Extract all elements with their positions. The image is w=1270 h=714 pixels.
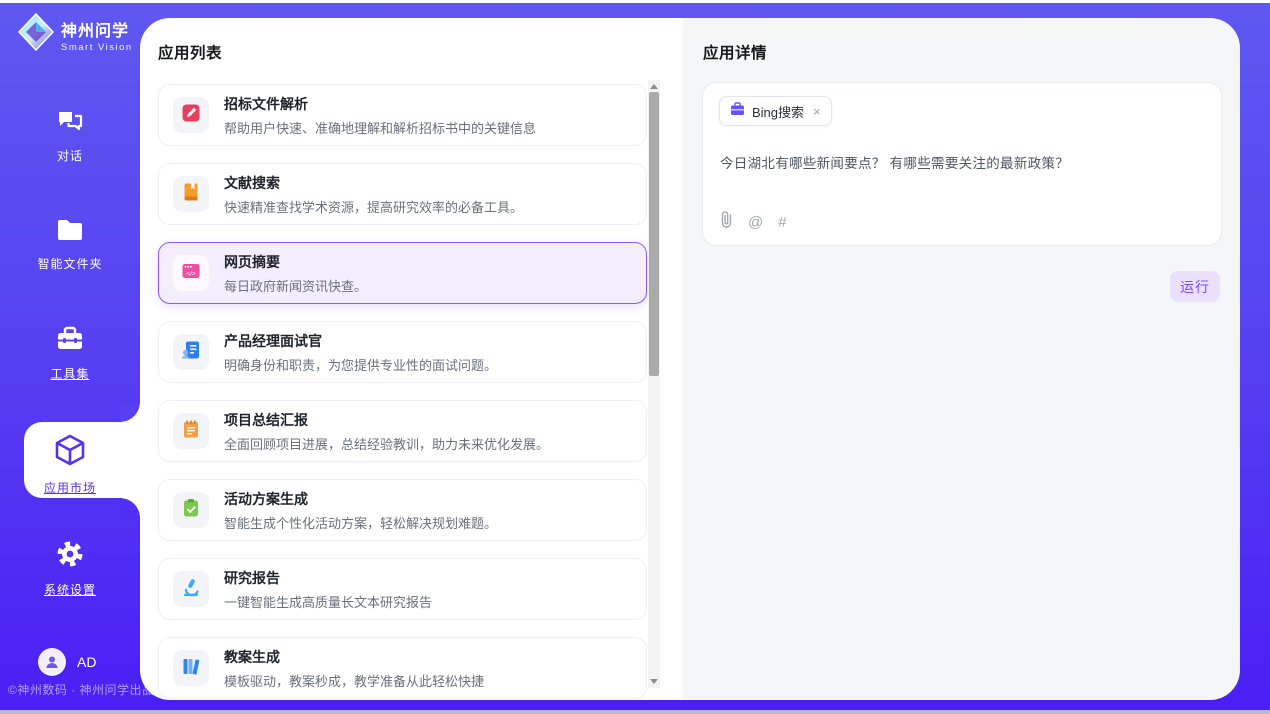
app-title: 项目总结汇报 (224, 410, 549, 430)
app-card-activity-plan[interactable]: 活动方案生成 智能生成个性化活动方案，轻松解决规划难题。 (158, 479, 647, 541)
clipboard-check-icon (181, 498, 201, 523)
app-list-scrollbar[interactable] (648, 80, 660, 688)
run-button[interactable]: 运行 (1170, 271, 1220, 302)
app-logo: 神州问学 Smart Vision (18, 13, 133, 56)
app-description: 明确身份和职责，为您提供专业性的面试问题。 (224, 355, 497, 374)
app-detail-panel: 应用详情 Bing搜索 × 今日湖北有哪些新闻要点？ 有哪些需要关注的最新政策？ (683, 18, 1240, 700)
app-title: 教案生成 (224, 647, 484, 667)
pill-curve-top (120, 402, 140, 422)
app-title: 研究报告 (224, 568, 432, 588)
app-card-literature-search[interactable]: 文献搜索 快速精准查找学术资源，提高研究效率的必备工具。 (158, 163, 647, 225)
sidebar-item-smart-folder[interactable]: 智能文件夹 (0, 218, 140, 272)
app-title: 产品经理面试官 (224, 331, 497, 351)
mention-icon[interactable]: @ (748, 214, 763, 231)
sidebar: 神州问学 Smart Vision 对话 智能文件夹 (0, 0, 140, 714)
tool-tag-label: Bing搜索 (752, 102, 804, 121)
browser-code-icon: </> (181, 261, 201, 286)
copyright-footer: ©神州数码 · 神州问学出品 (8, 681, 155, 698)
app-description: 帮助用户快速、准确地理解和解析招标书中的关键信息 (224, 118, 536, 137)
sidebar-item-label: 对话 (57, 147, 83, 164)
app-icon-tile (173, 492, 209, 528)
content-area: 应用列表 招标文件解析 帮助用户快速、准确地理解和解析招标书中的关键信息 (140, 18, 1240, 700)
sidebar-item-app-market[interactable]: 应用市场 (0, 434, 140, 496)
scrollbar-thumb[interactable] (649, 92, 659, 376)
app-list-title: 应用列表 (158, 41, 222, 63)
cube-icon (55, 434, 85, 471)
app-card-research-report[interactable]: 研究报告 一键智能生成高质量长文本研究报告 (158, 558, 647, 620)
tool-tag-bing-search[interactable]: Bing搜索 × (719, 96, 832, 126)
app-title: 网页摘要 (224, 252, 367, 272)
books-icon (181, 656, 201, 681)
app-list-panel: 应用列表 招标文件解析 帮助用户快速、准确地理解和解析招标书中的关键信息 (140, 18, 683, 700)
briefcase-icon (730, 102, 745, 121)
sidebar-item-chat[interactable]: 对话 (0, 108, 140, 164)
app-title: 活动方案生成 (224, 489, 497, 509)
chat-icon (56, 108, 84, 139)
sidebar-item-label: 系统设置 (44, 581, 96, 598)
user-account[interactable]: AD (38, 648, 96, 676)
app-description: 全面回顾项目进展，总结经验教训，助力未来优化发展。 (224, 434, 549, 453)
app-icon-tile (173, 571, 209, 607)
app-description: 模板驱动，教案秒成，教学准备从此轻松快捷 (224, 671, 484, 690)
user-name: AD (77, 654, 96, 670)
input-toolbar: @ # (720, 211, 787, 233)
svg-text:</>: </> (186, 270, 196, 277)
logo-subtitle: Smart Vision (61, 42, 133, 53)
sidebar-item-label: 工具集 (50, 365, 89, 382)
pen-square-icon (181, 103, 201, 128)
app-card-web-summary[interactable]: </> 网页摘要 每日政府新闻资讯快查。 (158, 242, 647, 304)
app-description: 每日政府新闻资讯快查。 (224, 276, 367, 295)
app-description: 智能生成个性化活动方案，轻松解决规划难题。 (224, 513, 497, 532)
close-icon[interactable]: × (811, 105, 821, 118)
sidebar-item-label: 智能文件夹 (37, 255, 102, 272)
resume-icon (181, 340, 201, 365)
app-icon-tile (173, 334, 209, 370)
app-icon-tile (173, 97, 209, 133)
app-detail-title: 应用详情 (703, 41, 767, 63)
pill-curve-bottom (120, 498, 140, 518)
folder-icon (56, 218, 84, 247)
avatar (38, 648, 66, 676)
notepad-icon (181, 419, 201, 444)
app-card-pm-interviewer[interactable]: 产品经理面试官 明确身份和职责，为您提供专业性的面试问题。 (158, 321, 647, 383)
sidebar-item-label: 应用市场 (44, 479, 96, 496)
book-icon (181, 182, 201, 207)
app-list: 招标文件解析 帮助用户快速、准确地理解和解析招标书中的关键信息 文献搜索 (158, 84, 647, 700)
app-description: 快速精准查找学术资源，提高研究效率的必备工具。 (224, 197, 523, 216)
toolbox-icon (56, 326, 84, 357)
app-icon-tile (173, 413, 209, 449)
window-top-edge (0, 0, 1270, 3)
microscope-icon (181, 577, 201, 602)
hashtag-icon[interactable]: # (778, 214, 786, 231)
scroll-up-arrow[interactable] (650, 84, 658, 89)
window-bottom-edge (0, 710, 1270, 714)
prompt-editor-card[interactable]: Bing搜索 × 今日湖北有哪些新闻要点？ 有哪些需要关注的最新政策？ @ # (702, 82, 1222, 246)
app-icon-tile: </> (173, 255, 209, 291)
app-card-lesson-plan[interactable]: 教案生成 模板驱动，教案秒成，教学准备从此轻松快捷 (158, 637, 647, 699)
app-title: 招标文件解析 (224, 94, 536, 114)
gear-icon (56, 540, 84, 573)
app-description: 一键智能生成高质量长文本研究报告 (224, 592, 432, 611)
app-icon-tile (173, 176, 209, 212)
logo-title: 神州问学 (61, 17, 133, 41)
paperclip-icon[interactable] (720, 211, 733, 233)
sidebar-item-toolbox[interactable]: 工具集 (0, 326, 140, 382)
sidebar-item-settings[interactable]: 系统设置 (0, 540, 140, 598)
app-card-project-summary[interactable]: 项目总结汇报 全面回顾项目进展，总结经验教训，助力未来优化发展。 (158, 400, 647, 462)
logo-diamond-icon (18, 13, 54, 56)
app-card-tender-parse[interactable]: 招标文件解析 帮助用户快速、准确地理解和解析招标书中的关键信息 (158, 84, 647, 146)
query-input-text[interactable]: 今日湖北有哪些新闻要点？ 有哪些需要关注的最新政策？ (720, 152, 1069, 172)
app-title: 文献搜索 (224, 173, 523, 193)
app-icon-tile (173, 650, 209, 686)
scroll-down-arrow[interactable] (650, 679, 658, 684)
